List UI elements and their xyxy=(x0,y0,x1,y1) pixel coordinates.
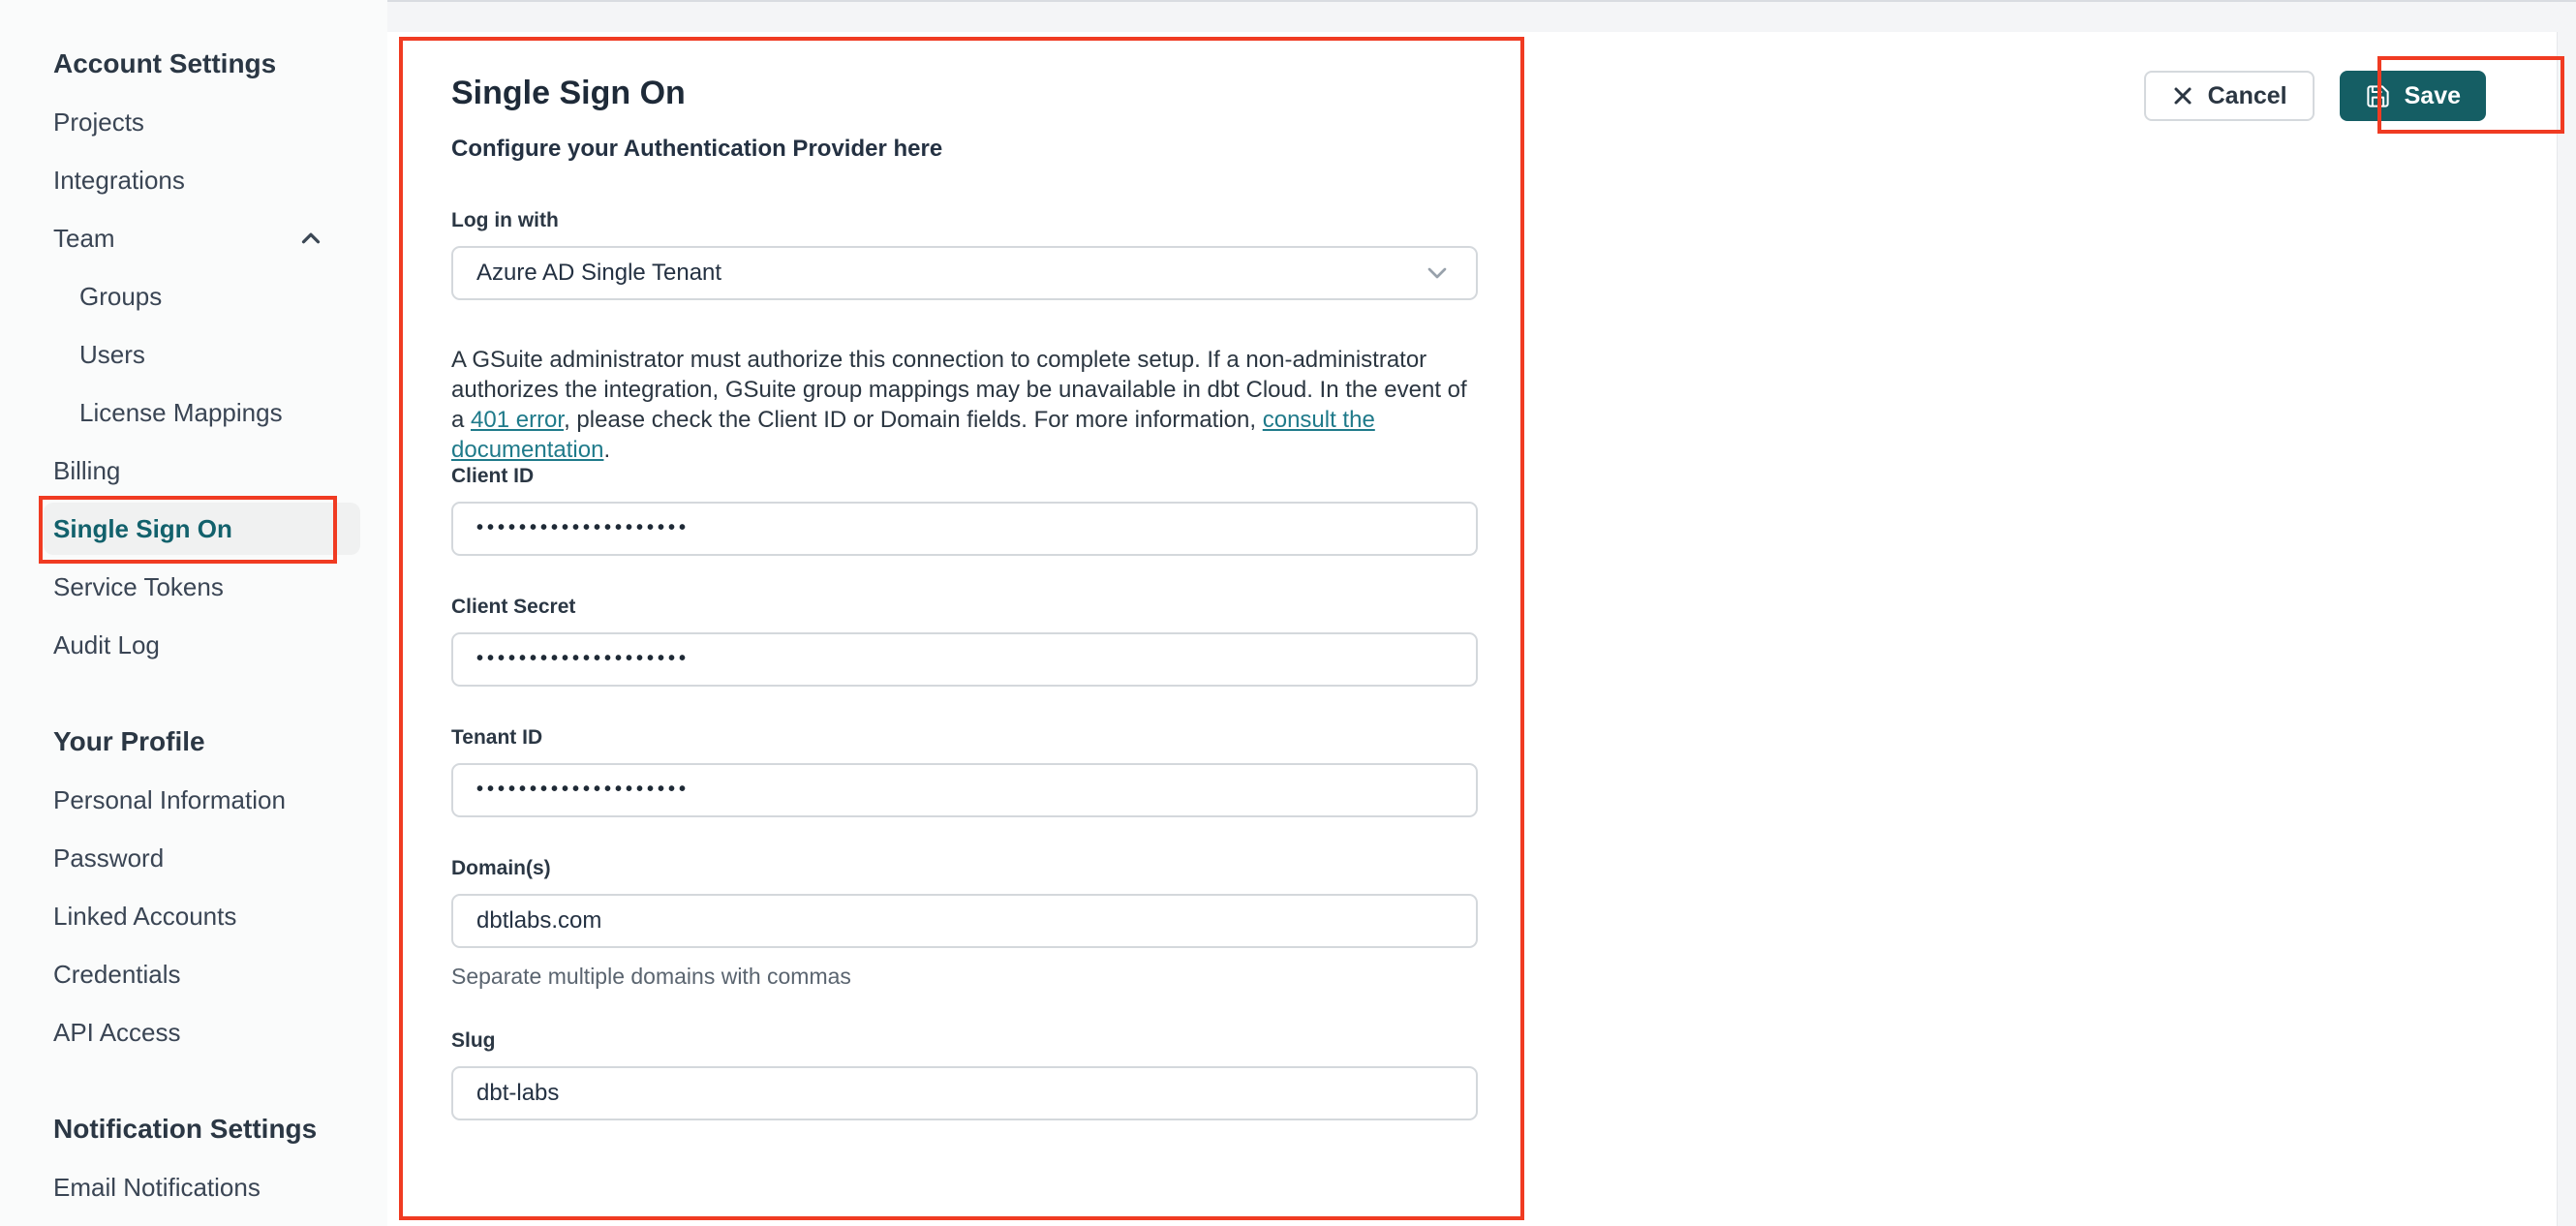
link-401-error[interactable]: 401 error xyxy=(471,407,564,433)
slug-label: Slug xyxy=(451,1028,496,1052)
client-id-field: Client ID xyxy=(451,465,1478,556)
sidebar-item-personal-information[interactable]: Personal Information xyxy=(0,771,387,829)
sidebar-item-service-tokens[interactable]: Service Tokens xyxy=(0,558,387,616)
slug-field: Slug xyxy=(451,1029,1478,1120)
sidebar-item-team[interactable]: Team xyxy=(0,209,387,267)
note-text: . xyxy=(603,436,611,463)
floppy-disk-icon xyxy=(2365,83,2391,109)
page-title: Single Sign On xyxy=(451,75,686,111)
sidebar-item-single-sign-on[interactable]: Single Sign On xyxy=(0,500,387,558)
save-button-label: Save xyxy=(2404,81,2461,109)
chevron-down-icon xyxy=(1422,258,1453,289)
sidebar-item-users[interactable]: Users xyxy=(0,325,387,383)
sidebar-heading-account-settings: Account Settings xyxy=(53,48,277,78)
domains-label: Domain(s) xyxy=(451,856,551,879)
sidebar-item-email-notifications[interactable]: Email Notifications xyxy=(0,1158,387,1216)
login-with-select[interactable]: Azure AD Single Tenant xyxy=(451,245,1478,300)
sidebar-item-integrations[interactable]: Integrations xyxy=(0,151,387,209)
close-icon xyxy=(2171,84,2194,107)
client-secret-field: Client Secret xyxy=(451,596,1478,687)
sidebar-item-password[interactable]: Password xyxy=(0,829,387,887)
tenant-id-label: Tenant ID xyxy=(451,725,543,749)
sidebar-item-label: Service Tokens xyxy=(53,571,224,601)
sidebar-item-credentials[interactable]: Credentials xyxy=(0,945,387,1003)
sso-form: Single Sign On Configure your Authentica… xyxy=(451,73,1478,1160)
chevron-up-icon[interactable] xyxy=(296,224,325,253)
sidebar-heading-notification-settings: Notification Settings xyxy=(53,1114,318,1144)
sidebar-item-label: Password xyxy=(53,843,165,873)
sidebar-item-projects[interactable]: Projects xyxy=(0,93,387,151)
tenant-id-input[interactable] xyxy=(451,762,1478,817)
top-bar-strip xyxy=(387,0,2576,32)
sidebar-item-label: Single Sign On xyxy=(53,513,232,543)
sidebar-item-label: License Mappings xyxy=(79,397,283,427)
login-with-field: Log in with Azure AD Single Tenant xyxy=(451,209,1478,300)
domains-field: Domain(s) Separate multiple domains with… xyxy=(451,857,1478,990)
client-secret-input[interactable] xyxy=(451,631,1478,687)
client-id-label: Client ID xyxy=(451,464,535,487)
settings-sidebar: Account Settings Projects Integrations T… xyxy=(0,0,387,1226)
sidebar-item-license-mappings[interactable]: License Mappings xyxy=(0,383,387,442)
sidebar-item-label: Email Notifications xyxy=(53,1172,261,1202)
sidebar-item-label: Audit Log xyxy=(53,629,160,659)
domains-helper-text: Separate multiple domains with commas xyxy=(451,963,851,989)
sidebar-item-label: Personal Information xyxy=(53,784,286,814)
tenant-id-field: Tenant ID xyxy=(451,726,1478,817)
sidebar-item-groups[interactable]: Groups xyxy=(0,267,387,325)
cancel-button-label: Cancel xyxy=(2207,81,2287,109)
sidebar-item-label: Credentials xyxy=(53,959,181,989)
client-secret-label: Client Secret xyxy=(451,595,576,618)
client-id-input[interactable] xyxy=(451,501,1478,556)
sidebar-item-label: Projects xyxy=(53,107,144,137)
gsuite-authorization-note: A GSuite administrator must authorize th… xyxy=(451,345,1478,465)
slug-input[interactable] xyxy=(451,1065,1478,1120)
login-with-selected-value: Azure AD Single Tenant xyxy=(476,259,722,286)
sidebar-item-label: Integrations xyxy=(53,165,185,195)
domains-input[interactable] xyxy=(451,893,1478,948)
note-text: , please check the Client ID or Domain f… xyxy=(564,406,1263,433)
sidebar-item-linked-accounts[interactable]: Linked Accounts xyxy=(0,887,387,945)
sidebar-item-label: Team xyxy=(53,223,115,253)
sidebar-item-api-access[interactable]: API Access xyxy=(0,1003,387,1061)
sidebar-item-label: API Access xyxy=(53,1017,181,1047)
save-button[interactable]: Save xyxy=(2339,71,2486,121)
single-sign-on-panel: Single Sign On Configure your Authentica… xyxy=(387,32,2557,1226)
sidebar-item-label: Groups xyxy=(79,281,163,311)
sidebar-item-audit-log[interactable]: Audit Log xyxy=(0,616,387,674)
page-subtitle: Configure your Authentication Provider h… xyxy=(451,135,943,162)
cancel-button[interactable]: Cancel xyxy=(2143,71,2315,121)
login-with-label: Log in with xyxy=(451,208,559,231)
sidebar-item-label: Billing xyxy=(53,455,121,485)
right-scroll-gutter[interactable] xyxy=(2557,32,2576,1226)
sidebar-heading-your-profile: Your Profile xyxy=(53,726,205,756)
sidebar-item-billing[interactable]: Billing xyxy=(0,442,387,500)
sidebar-item-label: Users xyxy=(79,339,145,369)
form-actions: Cancel Save xyxy=(2143,71,2486,121)
sidebar-item-label: Linked Accounts xyxy=(53,901,237,931)
